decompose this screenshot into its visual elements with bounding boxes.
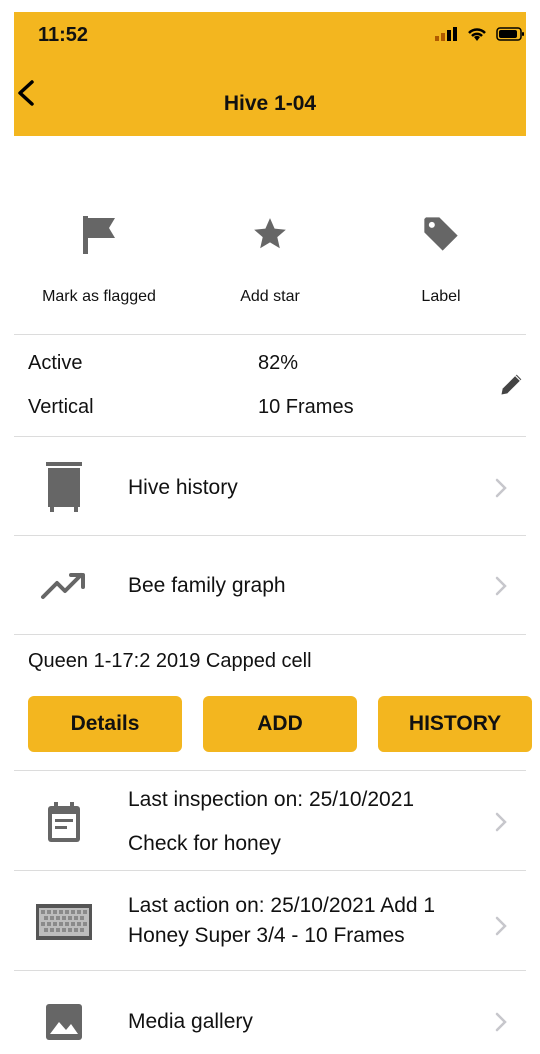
queen-details-button[interactable]: Details [28,696,182,752]
hive-type: Vertical [28,396,94,418]
last-inspection-note: Check for honey [128,832,281,855]
queen-info: Queen 1-17:2 2019 Capped cell [28,650,312,672]
quick-actions: Mark as flagged Add star Label [14,210,526,334]
flag-icon [83,216,115,254]
hive-strength: 82% [258,352,299,374]
edit-pencil-icon[interactable] [498,370,526,398]
queen-history-button[interactable]: HISTORY [378,696,532,752]
divider [14,970,526,971]
last-action-row[interactable]: Last action on: 25/10/2021 Add 1 Honey S… [14,884,526,964]
bee-family-graph-row[interactable]: Bee family graph [14,556,526,616]
chevron-right-icon [495,478,507,498]
honeycomb-frame-icon [36,904,92,940]
hive-history-row[interactable]: Hive history [14,458,526,518]
image-gallery-icon [46,1004,82,1040]
label-button[interactable]: Label [356,210,526,306]
divider [14,770,526,771]
divider [14,334,526,335]
last-inspection-date: Last inspection on: 25/10/2021 [128,788,415,811]
trending-up-icon [41,573,85,599]
divider [14,535,526,536]
media-gallery-label: Media gallery [128,1010,253,1033]
hive-status: Active [28,352,83,374]
signal-icon [435,27,457,41]
queen-add-button[interactable]: ADD [203,696,357,752]
wifi-icon [468,28,486,41]
chevron-right-icon [495,1012,507,1032]
star-icon [254,218,286,249]
last-action-line2: Honey Super 3/4 - 10 Frames [128,924,405,947]
media-gallery-row[interactable]: Media gallery [14,992,526,1052]
chevron-right-icon [495,916,507,936]
bee-family-graph-label: Bee family graph [128,574,286,597]
last-inspection-row[interactable]: Last inspection on: 25/10/2021 Check for… [14,780,526,864]
hive-box-icon [46,462,82,512]
calendar-icon [48,802,80,842]
hive-frames: 10 Frames [258,396,354,418]
label-label: Label [421,288,461,305]
last-action-line1: Last action on: 25/10/2021 Add 1 [128,894,436,917]
divider [14,870,526,871]
chevron-right-icon [495,812,507,832]
tag-icon [424,217,458,251]
mark-flagged-button[interactable]: Mark as flagged [14,210,184,306]
chevron-right-icon [495,576,507,596]
battery-icon [496,27,524,41]
hive-history-label: Hive history [128,476,238,499]
status-time: 11:52 [38,24,89,46]
add-star-label: Add star [240,288,300,305]
divider [14,634,526,635]
add-star-button[interactable]: Add star [185,210,355,306]
status-icons [434,26,526,42]
page-title: Hive 1-04 [223,92,317,115]
divider [14,436,526,437]
mark-flagged-label: Mark as flagged [42,288,156,305]
